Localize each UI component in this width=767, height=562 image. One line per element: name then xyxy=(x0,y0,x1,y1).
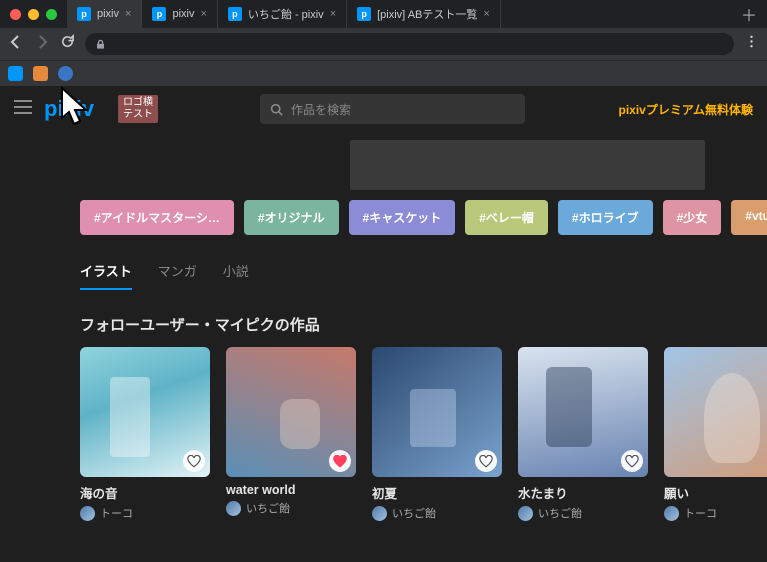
artwork-thumbnail[interactable] xyxy=(226,347,356,477)
tag-chip[interactable]: #キャスケット xyxy=(349,200,456,235)
like-button[interactable] xyxy=(621,450,643,472)
artist-link[interactable]: トーコ xyxy=(664,505,767,521)
close-tab-icon[interactable]: × xyxy=(200,8,206,20)
artist-link[interactable]: トーコ xyxy=(80,505,210,521)
artwork-thumbnail[interactable] xyxy=(372,347,502,477)
nav-bar xyxy=(0,28,767,60)
favicon: p xyxy=(152,7,166,21)
minimize-window[interactable] xyxy=(28,9,39,20)
tag-chip[interactable]: #オリジナル xyxy=(244,200,339,235)
premium-link[interactable]: pixivプレミアム無料体験 xyxy=(618,101,753,118)
artwork-card[interactable]: 初夏いちご飴 xyxy=(372,347,502,521)
logo-test-badge: ロゴ横テスト xyxy=(118,95,158,123)
content-tab[interactable]: 小説 xyxy=(223,261,249,290)
forward-button[interactable] xyxy=(34,34,50,55)
close-tab-icon[interactable]: × xyxy=(483,8,489,20)
tag-chip[interactable]: #vtuber xyxy=(731,200,767,235)
tab-title: [pixiv] ABテスト一覧 xyxy=(377,6,477,22)
favicon: p xyxy=(77,7,91,21)
search-input[interactable]: 作品を検索 xyxy=(260,94,525,124)
favicon: p xyxy=(357,7,371,21)
new-tab-button[interactable]: ＋ xyxy=(731,2,767,26)
browser-tab[interactable]: p [pixiv] ABテスト一覧 × xyxy=(347,0,501,28)
svg-text:pixiv: pixiv xyxy=(44,96,95,121)
artist-name: いちご飴 xyxy=(538,505,582,521)
bookmark-item[interactable] xyxy=(33,66,48,81)
content-tab[interactable]: マンガ xyxy=(158,261,197,290)
artwork-gallery: 海の音トーコwater worldいちご飴初夏いちご飴水たまりいちご飴願いトーコ xyxy=(0,347,767,521)
tab-title: いちご飴 - pixiv xyxy=(248,6,324,22)
artwork-card[interactable]: 願いトーコ xyxy=(664,347,767,521)
like-button[interactable] xyxy=(329,450,351,472)
avatar xyxy=(372,506,387,521)
close-window[interactable] xyxy=(10,9,21,20)
browser-tab[interactable]: p いちご飴 - pixiv × xyxy=(218,0,347,28)
reload-button[interactable] xyxy=(60,34,75,54)
search-placeholder: 作品を検索 xyxy=(291,101,351,118)
artwork-thumbnail[interactable] xyxy=(80,347,210,477)
tag-chip[interactable]: #ホロライブ xyxy=(558,200,653,235)
artist-name: トーコ xyxy=(100,505,133,521)
avatar xyxy=(226,501,241,516)
artist-name: いちご飴 xyxy=(392,505,436,521)
browser-tab[interactable]: ppixiv × xyxy=(67,0,142,28)
close-tab-icon[interactable]: × xyxy=(330,8,336,20)
site-logo[interactable]: pixiv xyxy=(44,96,108,122)
maximize-window[interactable] xyxy=(46,9,57,20)
artwork-card[interactable]: water world いちご飴 xyxy=(226,347,356,521)
address-bar[interactable] xyxy=(85,33,734,55)
artwork-card[interactable]: 水たまりいちご飴 xyxy=(518,347,648,521)
page: pixiv ロゴ横テスト 作品を検索 pixivプレミアム無料体験 #アイドルマ… xyxy=(0,86,767,521)
artwork-title: 願い xyxy=(664,483,767,502)
trending-tags: #アイドルマスターシ… #オリジナル #キャスケット #ベレー帽 #ホロライブ #少女 #v… xyxy=(0,200,767,235)
artwork-title: 海の音 xyxy=(80,483,210,502)
ad-placeholder xyxy=(350,140,705,190)
like-button[interactable] xyxy=(183,450,205,472)
artwork-thumbnail[interactable] xyxy=(518,347,648,477)
section-title: フォローユーザー・マイピクの作品 xyxy=(0,298,767,347)
favicon: p xyxy=(228,7,242,21)
tag-chip[interactable]: #アイドルマスターシ… xyxy=(80,200,234,235)
artist-name: いちご飴 xyxy=(246,500,290,516)
artist-name: トーコ xyxy=(684,505,717,521)
artwork-thumbnail[interactable] xyxy=(664,347,767,477)
content-tab[interactable]: イラスト xyxy=(80,261,132,290)
window-controls xyxy=(0,9,67,20)
menu-button[interactable] xyxy=(744,34,759,54)
hamburger-menu-icon[interactable] xyxy=(14,100,32,119)
artist-link[interactable]: いちご飴 xyxy=(518,505,648,521)
avatar xyxy=(518,506,533,521)
search-icon xyxy=(270,103,283,116)
tab-title: pixiv xyxy=(97,8,119,20)
artwork-title: 初夏 xyxy=(372,483,502,502)
avatar xyxy=(664,506,679,521)
tag-chip[interactable]: #少女 xyxy=(663,200,722,235)
content-type-tabs: イラストマンガ小説 xyxy=(0,235,767,298)
close-tab-icon[interactable]: × xyxy=(125,8,131,20)
avatar xyxy=(80,506,95,521)
artist-link[interactable]: いちご飴 xyxy=(372,505,502,521)
lock-icon xyxy=(95,39,106,50)
site-header: pixiv ロゴ横テスト 作品を検索 pixivプレミアム無料体験 xyxy=(0,86,767,132)
bookmark-item[interactable] xyxy=(58,66,73,81)
browser-chrome: ppixiv×ppixiv×pいちご飴 - pixiv×p[pixiv] ABテ… xyxy=(0,0,767,86)
tag-chip[interactable]: #ベレー帽 xyxy=(465,200,548,235)
bookmark-item[interactable] xyxy=(8,66,23,81)
browser-tab[interactable]: ppixiv × xyxy=(142,0,217,28)
bookmark-bar xyxy=(0,60,767,86)
back-button[interactable] xyxy=(8,34,24,55)
tab-bar: ppixiv×ppixiv×pいちご飴 - pixiv×p[pixiv] ABテ… xyxy=(0,0,767,28)
tab-title: pixiv xyxy=(172,8,194,20)
artwork-card[interactable]: 海の音トーコ xyxy=(80,347,210,521)
artwork-title: 水たまり xyxy=(518,483,648,502)
artwork-title: water world xyxy=(226,483,356,497)
like-button[interactable] xyxy=(475,450,497,472)
artist-link[interactable]: いちご飴 xyxy=(226,500,356,516)
